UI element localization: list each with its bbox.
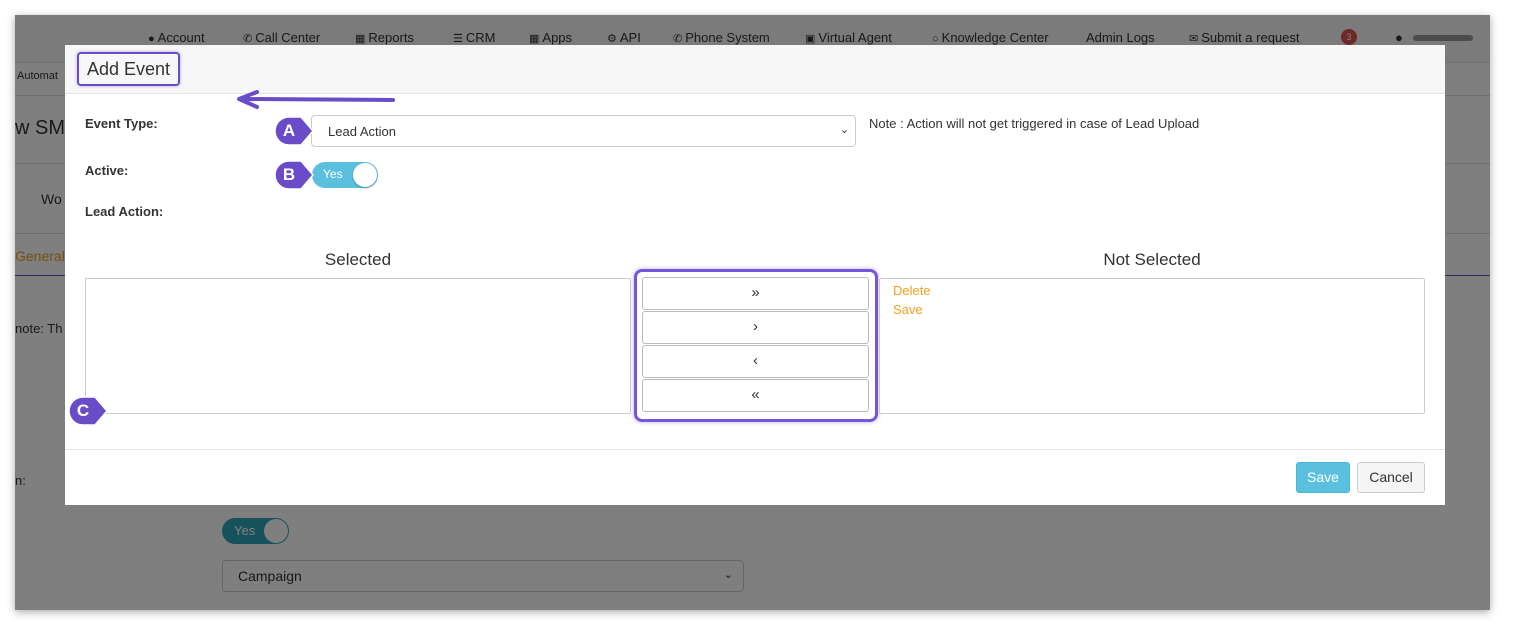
modal-footer-divider — [65, 449, 1445, 450]
cancel-button[interactable]: Cancel — [1357, 462, 1425, 493]
lead-action-label: Lead Action: — [85, 204, 164, 219]
move-all-right-button[interactable]: » — [642, 277, 869, 310]
toggle-knob — [353, 163, 377, 187]
selected-list[interactable] — [85, 278, 631, 414]
move-all-left-button[interactable]: « — [642, 379, 869, 412]
event-type-select[interactable]: Lead Action ⌄ — [311, 115, 856, 147]
app-window: ●Account ✆Call Center ▦Reports ☰CRM ▦App… — [15, 15, 1490, 610]
active-label: Active: — [85, 163, 129, 178]
annotation-marker-b: B — [273, 159, 314, 191]
modal-header: Add Event — [65, 45, 1445, 94]
annotation-arrow-icon — [237, 90, 395, 109]
move-left-button[interactable]: ‹ — [642, 345, 869, 378]
event-type-value: Lead Action — [328, 124, 396, 139]
active-toggle-label: Yes — [323, 167, 343, 181]
move-buttons-group: » › ‹ « — [634, 269, 878, 422]
list-item[interactable]: Delete — [880, 281, 1424, 300]
add-event-modal: Add Event Event Type: Lead Action ⌄ Note… — [65, 45, 1445, 505]
not-selected-list[interactable]: Delete Save — [879, 278, 1425, 414]
active-toggle[interactable]: Yes — [312, 162, 378, 188]
not-selected-column-title: Not Selected — [1103, 250, 1201, 269]
save-button[interactable]: Save — [1296, 462, 1350, 493]
modal-title: Add Event — [77, 52, 181, 86]
chevron-down-icon: ⌄ — [839, 124, 849, 136]
event-type-label: Event Type: — [85, 116, 158, 131]
selected-column-title: Selected — [324, 250, 392, 269]
annotation-marker-a: A — [273, 115, 314, 147]
annotation-marker-c: C — [67, 395, 108, 427]
lead-upload-note: Note : Action will not get triggered in … — [869, 116, 1200, 131]
list-item[interactable]: Save — [880, 300, 1424, 319]
move-right-button[interactable]: › — [642, 311, 869, 344]
